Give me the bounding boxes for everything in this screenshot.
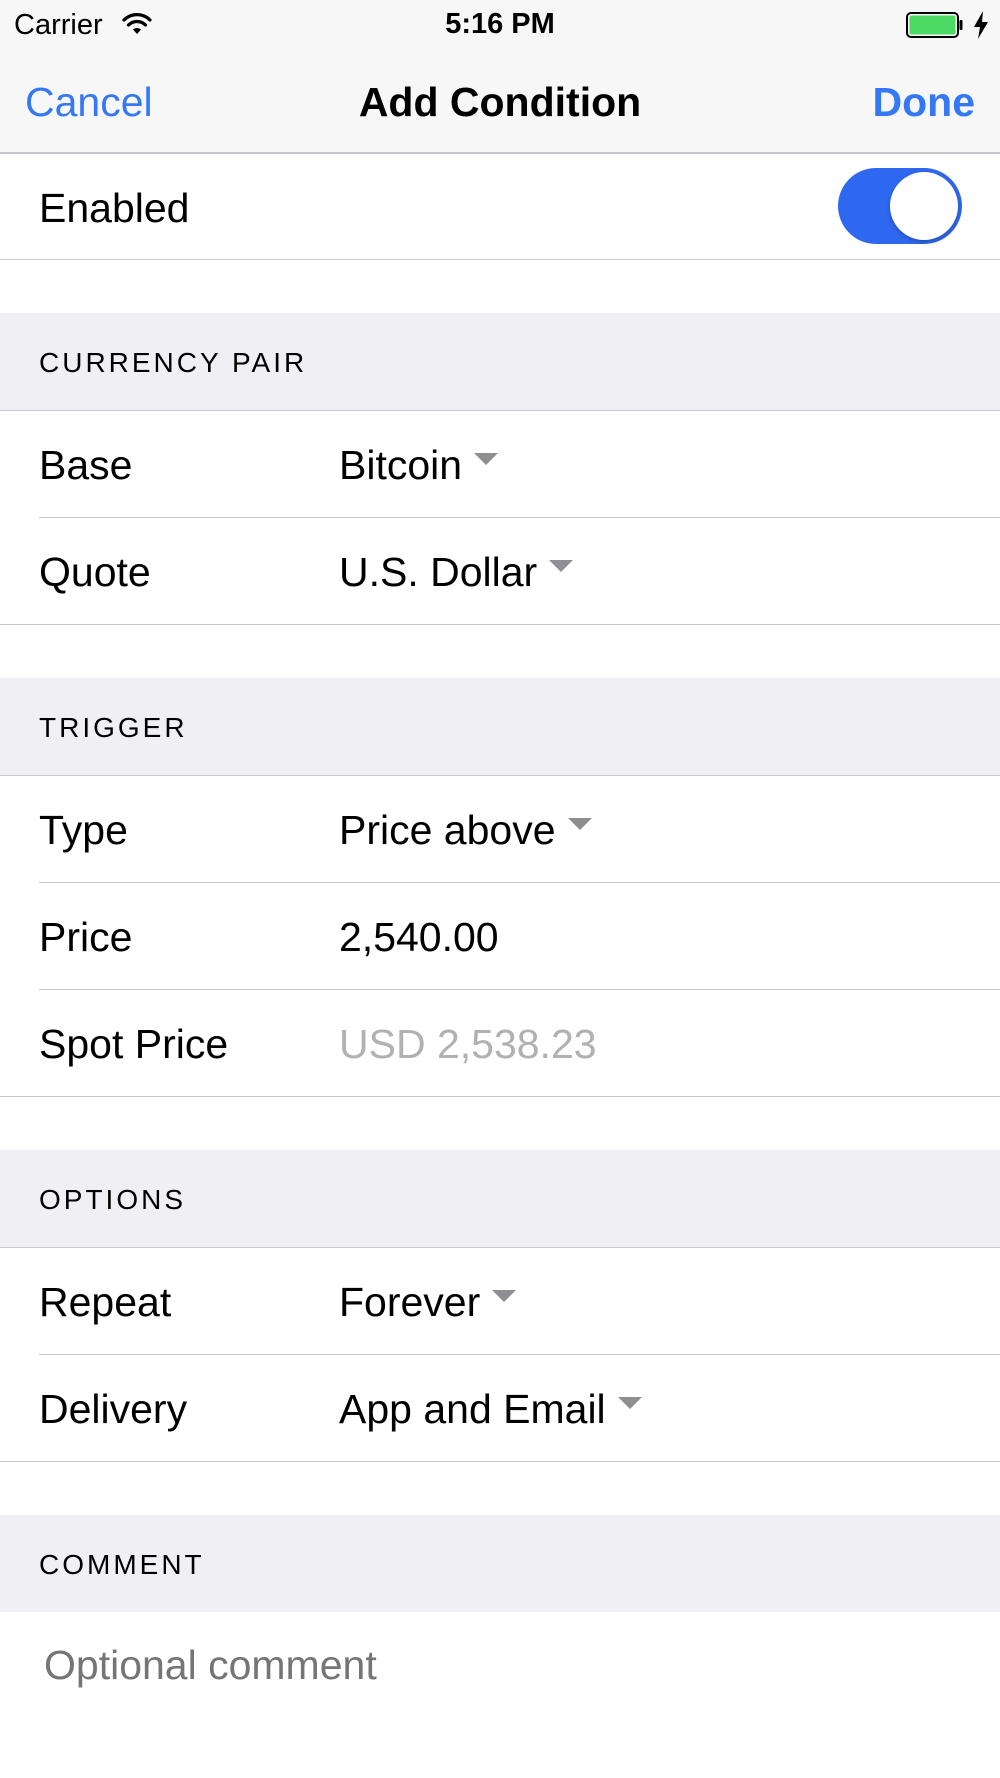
repeat-select[interactable]: Forever — [339, 1279, 517, 1326]
page-title: Add Condition — [358, 79, 642, 125]
comment-area[interactable] — [0, 1612, 1000, 1778]
done-button[interactable]: Done — [873, 79, 976, 126]
enabled-toggle[interactable] — [838, 168, 962, 244]
base-select[interactable]: Bitcoin — [339, 442, 499, 489]
section-header-options: OPTIONS — [0, 1150, 1000, 1247]
section-gap — [0, 625, 1000, 678]
section-gap — [0, 260, 1000, 313]
repeat-row[interactable]: Repeat Forever — [0, 1248, 1000, 1354]
charging-bolt-icon — [974, 11, 988, 39]
section-title: COMMENT — [39, 1549, 205, 1580]
enabled-label: Enabled — [39, 185, 190, 231]
section-title: CURRENCY PAIR — [39, 347, 308, 378]
spot-price-value: USD 2,538.23 — [339, 1021, 597, 1067]
delivery-select[interactable]: App and Email — [339, 1386, 642, 1433]
section-header-trigger: TRIGGER — [0, 678, 1000, 775]
status-bar: Carrier 5:16 PM — [0, 0, 1000, 50]
clock: 5:16 PM — [445, 8, 555, 40]
section-title: OPTIONS — [39, 1184, 187, 1215]
section-gap — [0, 1097, 1000, 1150]
base-label: Base — [39, 442, 133, 488]
base-value: Bitcoin — [339, 442, 463, 488]
navigation-bar: Cancel Add Condition Done — [0, 50, 1000, 154]
repeat-value: Forever — [339, 1279, 481, 1325]
type-row[interactable]: Type Price above — [0, 776, 1000, 882]
section-title: TRIGGER — [39, 712, 188, 743]
type-value: Price above — [339, 807, 556, 853]
quote-select[interactable]: U.S. Dollar — [339, 549, 574, 596]
dropdown-arrow-icon — [549, 560, 574, 572]
quote-value: U.S. Dollar — [339, 549, 538, 595]
type-select[interactable]: Price above — [339, 807, 592, 854]
dropdown-arrow-icon — [567, 818, 592, 830]
price-label: Price — [39, 914, 133, 960]
section-header-comment: COMMENT — [0, 1515, 1000, 1612]
quote-label: Quote — [39, 549, 151, 595]
delivery-row[interactable]: Delivery App and Email — [0, 1355, 1000, 1461]
section-gap — [0, 1462, 1000, 1515]
price-input[interactable]: 2,540.00 — [339, 914, 499, 961]
quote-row[interactable]: Quote U.S. Dollar — [0, 518, 1000, 624]
dropdown-arrow-icon — [474, 453, 499, 465]
spot-price-label: Spot Price — [39, 1021, 229, 1067]
delivery-label: Delivery — [39, 1386, 188, 1432]
type-label: Type — [39, 807, 128, 853]
section-header-currency-pair: CURRENCY PAIR — [0, 313, 1000, 410]
repeat-label: Repeat — [39, 1279, 172, 1325]
battery-icon — [906, 12, 963, 38]
dropdown-arrow-icon — [617, 1397, 642, 1409]
toggle-knob — [890, 172, 958, 240]
comment-input[interactable] — [44, 1642, 944, 1689]
price-row[interactable]: Price 2,540.00 — [0, 883, 1000, 989]
delivery-value: App and Email — [339, 1386, 606, 1432]
dropdown-arrow-icon — [492, 1290, 517, 1302]
spot-price-row: Spot Price USD 2,538.23 — [0, 990, 1000, 1096]
base-row[interactable]: Base Bitcoin — [0, 411, 1000, 517]
